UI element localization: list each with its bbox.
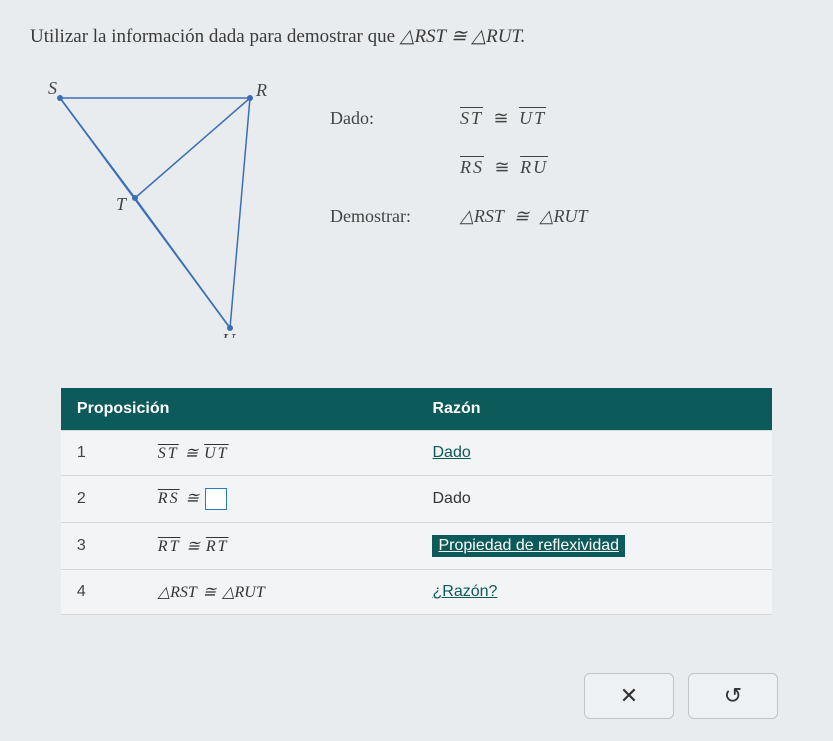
row-number: 2 xyxy=(61,476,142,523)
reset-icon: ↺ xyxy=(724,683,742,709)
vertex-R-label: R xyxy=(255,80,267,100)
vertex-T-label: T xyxy=(116,194,128,214)
problem-cong: ≅ xyxy=(451,26,467,47)
reset-button[interactable]: ↺ xyxy=(688,673,778,719)
given2-op: ≅ xyxy=(495,157,510,177)
given2-b: RU xyxy=(520,157,548,177)
row-number: 4 xyxy=(61,570,142,615)
prop-a: RT xyxy=(158,538,181,555)
prop-a: ST xyxy=(158,445,179,462)
problem-statement: Utilizar la información dada para demost… xyxy=(30,25,803,48)
header-proposition: Proposición xyxy=(61,388,417,431)
vertex-U-label: U xyxy=(222,330,236,338)
given1-op: ≅ xyxy=(494,108,509,128)
proof-table: Proposición Razón 1 ST ≅ UT Dado 2 RS ≅ Dado 3 RT ≅… xyxy=(61,388,772,615)
row-number: 1 xyxy=(61,431,142,476)
demostrar-label: Demostrar: xyxy=(330,206,430,227)
close-icon: ✕ xyxy=(620,683,638,709)
prop-b: △RUT xyxy=(222,584,265,601)
reason-link[interactable]: ¿Razón? xyxy=(432,583,497,600)
table-row: 1 ST ≅ UT Dado xyxy=(61,431,772,476)
proposition-input[interactable] xyxy=(205,488,227,510)
prop-op: ≅ xyxy=(186,538,199,555)
proposition-cell: RS ≅ xyxy=(142,476,417,523)
demo-op: ≅ xyxy=(514,206,529,226)
given1-a: ST xyxy=(460,108,483,128)
prop-op: ≅ xyxy=(186,490,199,507)
prop-b: UT xyxy=(204,445,228,462)
reason-link[interactable]: Dado xyxy=(432,444,470,461)
reason-cell: Dado xyxy=(416,431,772,476)
proposition-cell: △RST ≅ △RUT xyxy=(142,570,417,615)
problem-prefix: Utilizar la información dada para demost… xyxy=(30,26,400,47)
givens-block: Dado: ST ≅ UT RS ≅ RU Demostrar: △RST ≅ … xyxy=(330,78,803,338)
problem-tri1: △RST xyxy=(400,26,446,47)
proposition-cell: RT ≅ RT xyxy=(142,523,417,570)
demo-a: △RST xyxy=(460,206,504,226)
prop-op: ≅ xyxy=(203,584,216,601)
given1-b: UT xyxy=(519,108,546,128)
prop-a: RS xyxy=(158,490,180,507)
table-row: 4 △RST ≅ △RUT ¿Razón? xyxy=(61,570,772,615)
triangle-figure: S R T U xyxy=(30,78,290,338)
close-button[interactable]: ✕ xyxy=(584,673,674,719)
prop-a: △RST xyxy=(158,584,197,601)
reason-link[interactable]: Propiedad de reflexividad xyxy=(432,535,625,557)
vertex-S-label: S xyxy=(48,78,57,98)
reason-cell: Propiedad de reflexividad xyxy=(416,523,772,570)
dado-label: Dado: xyxy=(330,108,430,129)
reason-cell: ¿Razón? xyxy=(416,570,772,615)
reason-text: Dado xyxy=(432,490,470,507)
table-row: 2 RS ≅ Dado xyxy=(61,476,772,523)
demo-b: △RUT xyxy=(540,206,588,226)
prop-b: RT xyxy=(206,538,229,555)
header-reason: Razón xyxy=(416,388,772,431)
row-number: 3 xyxy=(61,523,142,570)
prop-op: ≅ xyxy=(185,445,198,462)
problem-tri2: △RUT. xyxy=(472,26,526,47)
given2-a: RS xyxy=(460,157,484,177)
table-row: 3 RT ≅ RT Propiedad de reflexividad xyxy=(61,523,772,570)
reason-cell: Dado xyxy=(416,476,772,523)
proposition-cell: ST ≅ UT xyxy=(142,431,417,476)
